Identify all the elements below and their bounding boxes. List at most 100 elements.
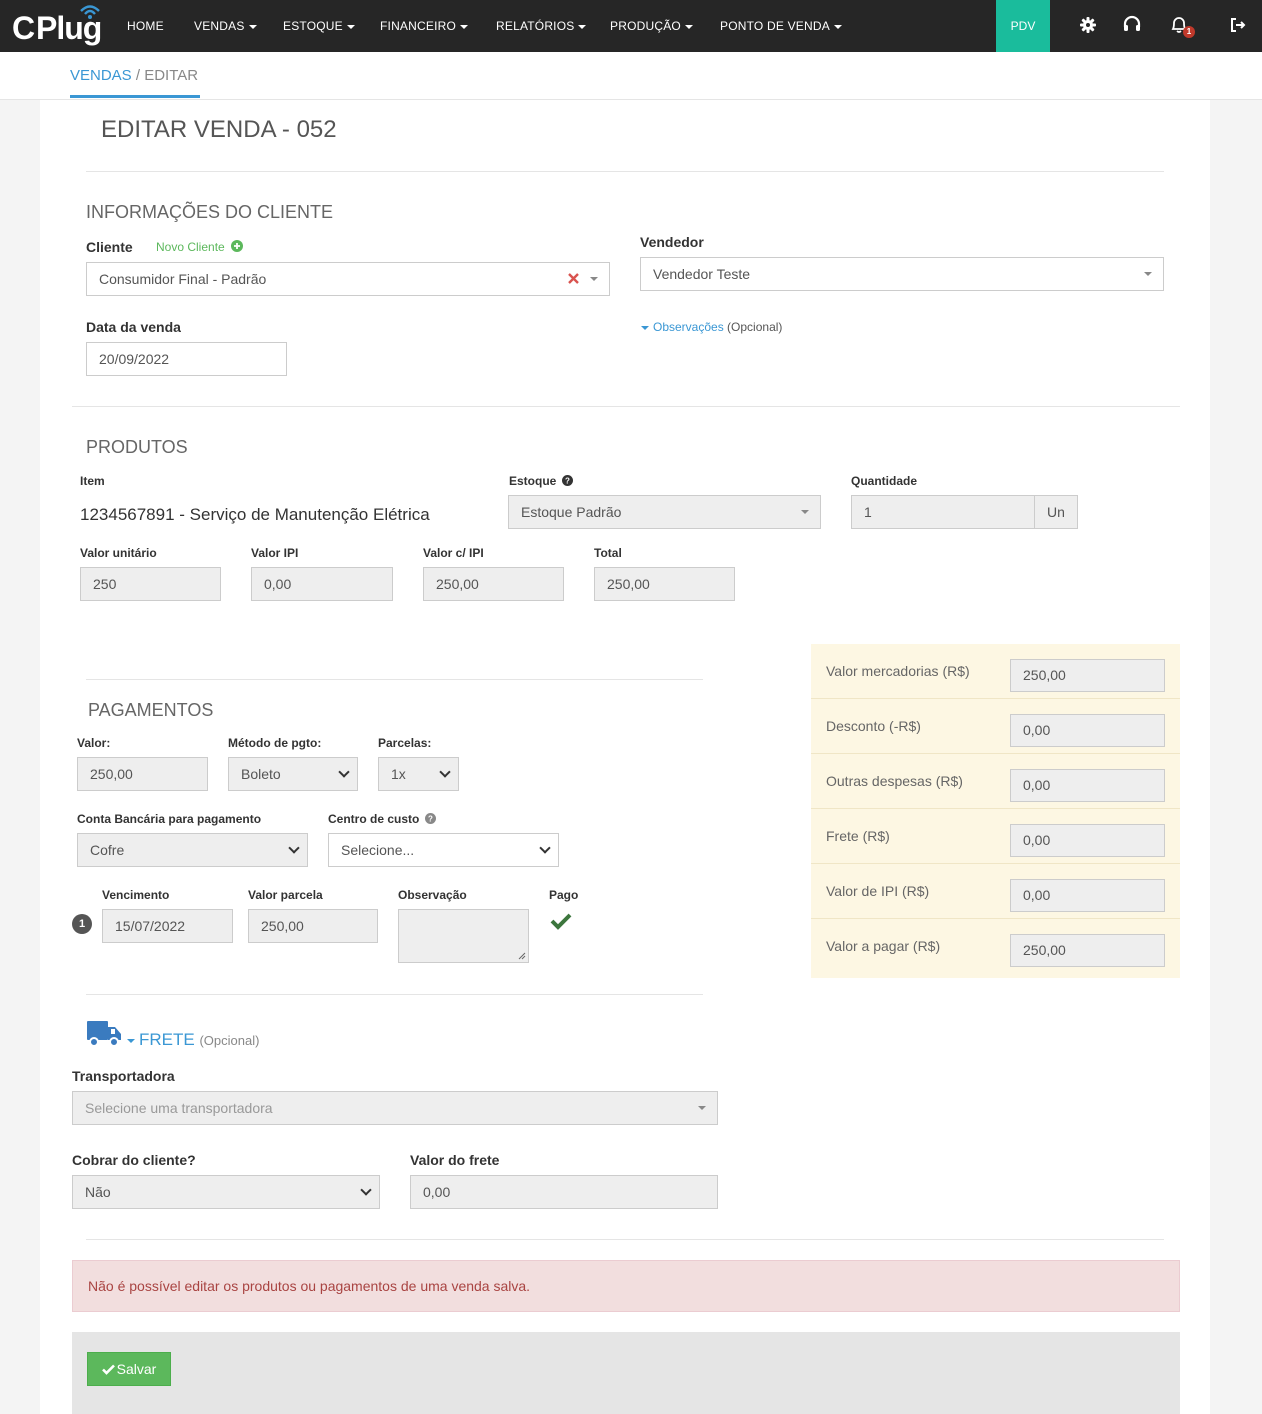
valor-parcela-input[interactable]: 250,00 bbox=[248, 909, 378, 943]
data-venda-input[interactable]: 20/09/2022 bbox=[86, 342, 287, 376]
svg-text:?: ? bbox=[428, 815, 433, 824]
metodo-select[interactable]: Boleto bbox=[228, 757, 358, 791]
logout-icon[interactable] bbox=[1227, 14, 1249, 36]
valor-frete-input[interactable]: 0,00 bbox=[410, 1175, 718, 1209]
valor-label: Valor: bbox=[77, 736, 111, 750]
caret-down-icon bbox=[346, 24, 355, 29]
summary-row: Frete (R$) 0,00 bbox=[811, 809, 1180, 864]
cliente-select[interactable]: Consumidor Final - Padrão bbox=[86, 262, 610, 296]
chevron-down-icon bbox=[539, 842, 551, 854]
summary-value[interactable]: 0,00 bbox=[1010, 714, 1165, 747]
breadcrumb-vendas[interactable]: VENDAS bbox=[70, 67, 132, 84]
transportadora-label: Transportadora bbox=[72, 1068, 175, 1084]
valor-unitario-input[interactable]: 250 bbox=[80, 567, 221, 601]
question-circle-icon[interactable]: ? bbox=[561, 475, 573, 486]
vencimento-input[interactable]: 15/07/2022 bbox=[102, 909, 233, 943]
centro-label-group: Centro de custo ? bbox=[328, 812, 436, 826]
nav-producao[interactable]: PRODUÇÃO bbox=[610, 0, 693, 52]
summary-label: Valor de IPI (R$) bbox=[826, 883, 930, 899]
nav-home-label: HOME bbox=[127, 19, 164, 33]
error-alert: Não é possível editar os produtos ou pag… bbox=[72, 1260, 1180, 1312]
nav-ponto-de-venda[interactable]: PONTO DE VENDA bbox=[720, 0, 842, 52]
cliente-section-title: INFORMAÇÕES DO CLIENTE bbox=[86, 202, 334, 222]
unidade-addon: Un bbox=[1034, 495, 1078, 529]
pdv-button[interactable]: PDV bbox=[996, 0, 1050, 52]
resize-handle-icon[interactable] bbox=[517, 951, 526, 960]
produtos-section-title: PRODUTOS bbox=[86, 437, 188, 457]
parcela-number-badge: 1 bbox=[72, 914, 92, 934]
caret-down-icon bbox=[641, 325, 649, 330]
plus-circle-icon bbox=[231, 240, 244, 252]
summary-row: Valor de IPI (R$) 0,00 bbox=[811, 864, 1180, 919]
transportadora-select[interactable]: Selecione uma transportadora bbox=[72, 1091, 718, 1125]
check-icon bbox=[101, 1364, 115, 1375]
summary-value[interactable]: 0,00 bbox=[1010, 879, 1165, 912]
cplug-logo[interactable]: C Plug bbox=[12, 4, 104, 48]
nav-estoque[interactable]: ESTOQUE bbox=[283, 0, 355, 52]
observacao-label: Observação bbox=[398, 888, 467, 902]
summary-row: Valor mercadorias (R$) 250,00 bbox=[811, 644, 1180, 699]
breadcrumb-separator: / bbox=[131, 67, 145, 84]
caret-down-icon bbox=[801, 510, 809, 514]
frete-toggle[interactable]: FRETE (Opcional) bbox=[127, 1030, 259, 1050]
valor-ipi-input[interactable]: 0,00 bbox=[251, 567, 393, 601]
summary-value[interactable]: 0,00 bbox=[1010, 824, 1165, 857]
observacoes-toggle[interactable]: Observações (Opcional) bbox=[641, 320, 782, 334]
summary-value[interactable]: 250,00 bbox=[1010, 934, 1165, 967]
caret-down-icon bbox=[698, 1106, 706, 1110]
breadcrumb: VENDAS / EDITAR bbox=[70, 67, 198, 84]
valor-com-ipi-input[interactable]: 250,00 bbox=[423, 567, 564, 601]
chevron-down-icon bbox=[288, 842, 300, 854]
parcelas-value: 1x bbox=[391, 766, 406, 782]
total-input[interactable]: 250,00 bbox=[594, 567, 735, 601]
divider bbox=[86, 994, 703, 995]
estoque-select[interactable]: Estoque Padrão bbox=[508, 495, 821, 529]
headset-icon[interactable] bbox=[1121, 14, 1143, 36]
summary-row: Desconto (-R$) 0,00 bbox=[811, 699, 1180, 754]
chevron-down-icon bbox=[360, 1184, 372, 1196]
observacao-textarea[interactable] bbox=[398, 909, 529, 963]
gear-icon[interactable] bbox=[1077, 14, 1099, 36]
frete-opcional: (Opcional) bbox=[199, 1033, 260, 1048]
check-icon[interactable] bbox=[550, 912, 572, 930]
valor-parcela-label: Valor parcela bbox=[248, 888, 323, 902]
nav-vendas[interactable]: VENDAS bbox=[194, 0, 257, 52]
clear-icon[interactable] bbox=[568, 273, 579, 284]
valor-ipi-label: Valor IPI bbox=[251, 546, 299, 560]
question-circle-icon[interactable]: ? bbox=[424, 813, 436, 824]
summary-value[interactable]: 250,00 bbox=[1010, 659, 1165, 692]
nav-financeiro[interactable]: FINANCEIRO bbox=[380, 0, 469, 52]
estoque-label-group: Estoque ? bbox=[509, 474, 573, 488]
novo-cliente-link[interactable]: Novo Cliente bbox=[156, 240, 244, 254]
vendedor-select[interactable]: Vendedor Teste bbox=[640, 257, 1164, 291]
logo-c: C bbox=[12, 10, 35, 46]
save-button[interactable]: Salvar bbox=[87, 1352, 171, 1386]
item-value: 1234567891 - Serviço de Manutenção Elétr… bbox=[80, 505, 430, 524]
cobrar-cliente-label: Cobrar do cliente? bbox=[72, 1152, 196, 1168]
nav-relatorios[interactable]: RELATÓRIOS bbox=[496, 0, 587, 52]
nav-home[interactable]: HOME bbox=[127, 0, 164, 52]
summary-value[interactable]: 0,00 bbox=[1010, 769, 1165, 802]
quantidade-input[interactable]: 1 bbox=[851, 495, 1035, 529]
transportadora-placeholder: Selecione uma transportadora bbox=[85, 1100, 273, 1116]
breadcrumb-editar: EDITAR bbox=[144, 67, 199, 84]
vencimento-label: Vencimento bbox=[102, 888, 170, 902]
cobrar-cliente-value: Não bbox=[85, 1184, 111, 1200]
parcelas-select[interactable]: 1x bbox=[378, 757, 459, 791]
summary-row: Valor a pagar (R$) 250,00 bbox=[811, 919, 1180, 974]
conta-label: Conta Bancária para pagamento bbox=[77, 812, 262, 826]
valor-pagamento-input[interactable]: 250,00 bbox=[77, 757, 208, 791]
caret-down-icon bbox=[578, 24, 587, 29]
active-tab-indicator bbox=[70, 95, 200, 98]
divider bbox=[72, 406, 1180, 407]
novo-cliente-label: Novo Cliente bbox=[156, 240, 225, 254]
centro-select[interactable]: Selecione... bbox=[328, 833, 559, 867]
conta-select[interactable]: Cofre bbox=[77, 833, 308, 867]
quantidade-label: Quantidade bbox=[851, 474, 918, 488]
summary-label: Outras despesas (R$) bbox=[826, 773, 963, 789]
estoque-label: Estoque bbox=[509, 474, 557, 488]
divider bbox=[86, 1239, 1164, 1240]
cobrar-cliente-select[interactable]: Não bbox=[72, 1175, 380, 1209]
nav-producao-label: PRODUÇÃO bbox=[610, 19, 681, 33]
pagamentos-section-title: PAGAMENTOS bbox=[88, 700, 214, 720]
